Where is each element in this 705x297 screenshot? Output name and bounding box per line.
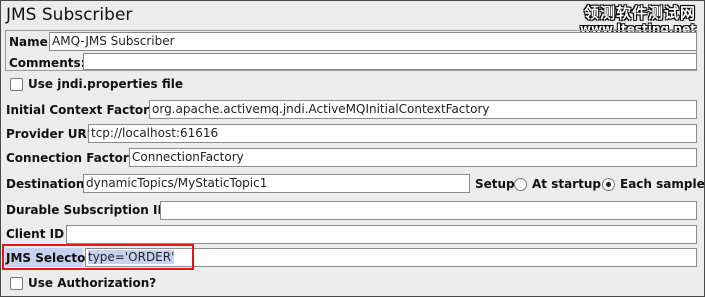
client-id-label: Client ID [6,227,65,241]
panel-title: JMS Subscriber [6,5,133,25]
destination-label: Destination [6,177,85,191]
comments-label: Comments: [9,56,86,70]
setup-label: Setup [475,177,515,191]
setup-each-sample-label: Each sample [620,177,705,191]
initial-context-factory-label: Initial Context Factory [6,103,157,117]
setup-at-startup-label: At startup [532,177,601,191]
use-authorization-label: Use Authorization? [28,276,157,290]
watermark-name: 领测软件测试网 [583,4,696,22]
provider-url-field[interactable]: tcp://localhost:61616 [88,124,697,143]
use-authorization-checkbox[interactable] [10,277,23,290]
setup-at-startup-radio[interactable] [514,178,527,191]
initial-context-factory-field[interactable]: org.apache.activemq.jndi.ActiveMQInitial… [149,100,697,119]
comments-field[interactable] [83,53,697,70]
client-id-field[interactable] [66,225,697,244]
use-jndi-checkbox[interactable] [10,78,23,91]
provider-url-label: Provider URL [6,127,95,141]
jms-selector-annotation-box [2,244,194,270]
durable-subscription-id-label: Durable Subscription ID [6,203,168,217]
name-label: Name: [9,35,53,49]
durable-subscription-id-field[interactable] [160,201,697,220]
connection-factory-label: Connection Factory [6,151,137,165]
name-field[interactable]: AMQ-JMS Subscriber [49,32,697,51]
jms-subscriber-panel: JMS Subscriber 领测软件测试网 www.ltesting.net … [0,0,705,297]
destination-field[interactable]: dynamicTopics/MyStaticTopic1 [83,174,470,193]
setup-each-sample-radio[interactable] [602,178,615,191]
connection-factory-field[interactable]: ConnectionFactory [129,148,697,167]
use-jndi-label: Use jndi.properties file [28,77,183,91]
